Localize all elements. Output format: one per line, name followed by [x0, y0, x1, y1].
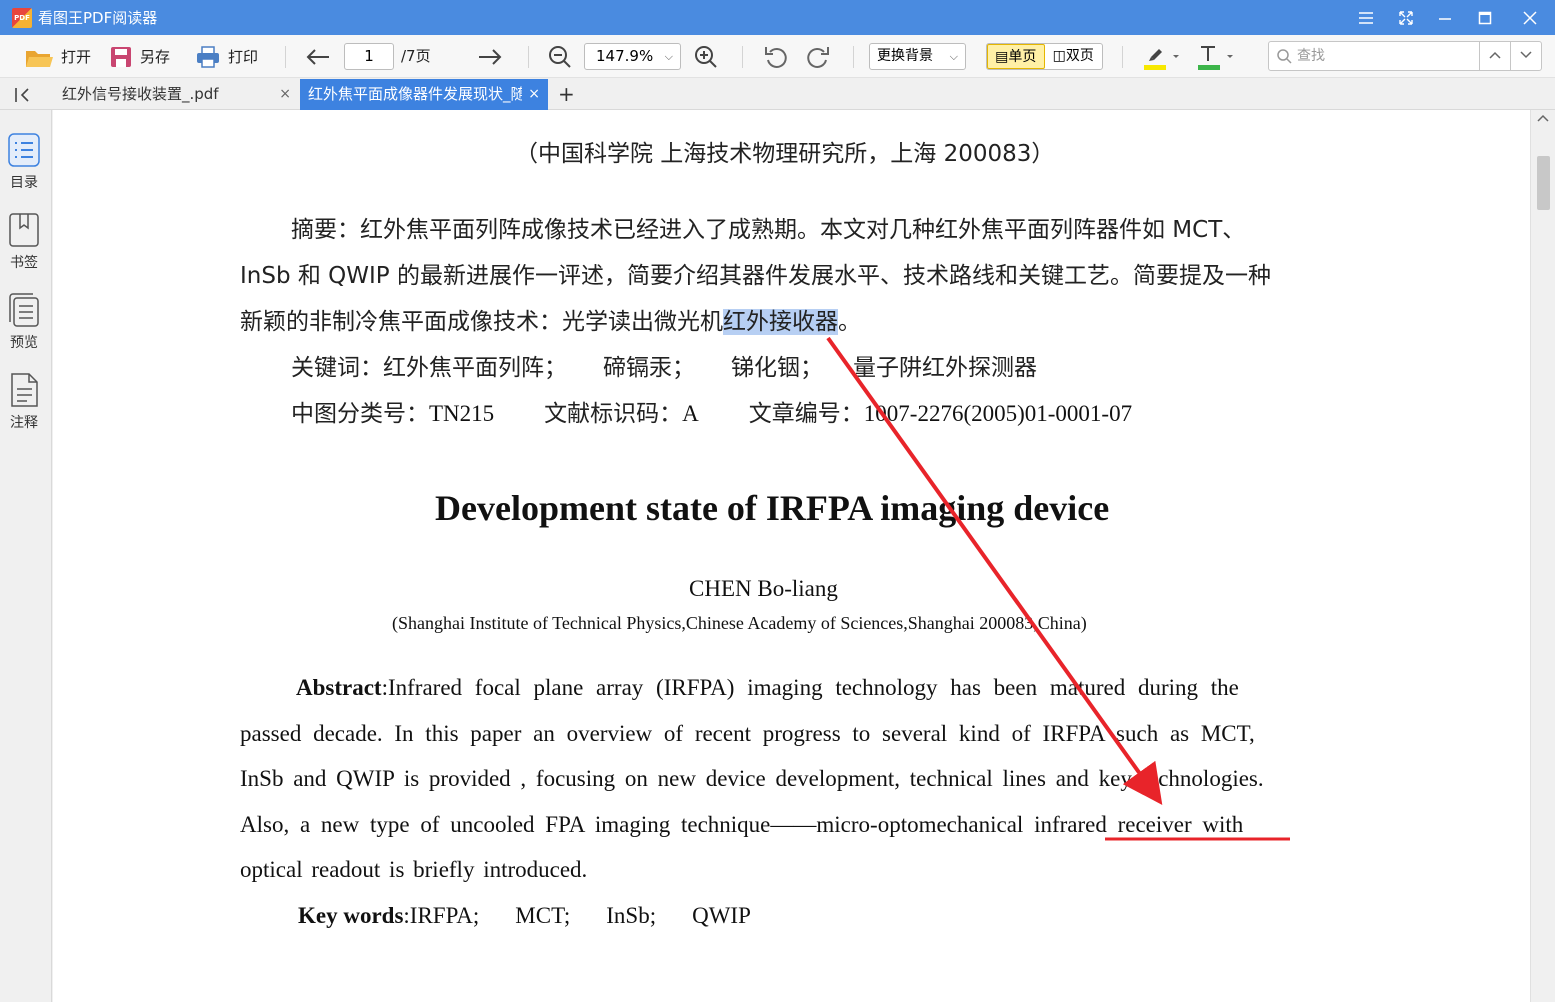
toolbar-divider — [853, 46, 854, 68]
zoom-in-icon — [695, 45, 717, 68]
search-prev-button[interactable] — [1479, 42, 1510, 70]
folder-open-icon — [26, 50, 53, 67]
double-page-icon: ◫ — [1052, 48, 1066, 64]
vertical-scrollbar[interactable] — [1530, 110, 1555, 1002]
sidebar-label-preview: 预览 — [10, 335, 38, 351]
window-title: 看图王PDF阅读器 — [38, 9, 158, 27]
single-page-button[interactable]: ▤单页 — [987, 44, 1045, 69]
highlighter-icon — [1144, 48, 1179, 70]
document-page[interactable]: （中国科学院 上海技术物理研究所，上海 200083） 摘要：红外焦平面列阵成像… — [53, 110, 1530, 1002]
toolbar-divider — [742, 46, 743, 68]
toolbar-divider — [285, 46, 286, 68]
arrow-left-icon — [306, 48, 329, 65]
rotate-right-button[interactable] — [805, 35, 831, 78]
print-label: 打印 — [228, 48, 259, 66]
pages-icon — [9, 293, 39, 327]
print-icon — [197, 45, 219, 68]
toolbar-divider — [528, 46, 529, 68]
zoom-in-button[interactable] — [693, 35, 719, 78]
open-label: 打开 — [61, 48, 92, 66]
tab-document-1[interactable]: 红外信号接收装置_.pdf × — [54, 79, 299, 110]
text-color-icon — [1198, 45, 1233, 70]
highlight-tool-button[interactable] — [1143, 35, 1179, 78]
red-arrow-annotation[interactable] — [826, 336, 1163, 806]
save-as-label: 另存 — [140, 48, 171, 66]
chevron-down-icon: ⌵ — [664, 50, 673, 63]
rotate-left-icon — [765, 46, 787, 68]
scrollbar-thumb[interactable] — [1537, 156, 1550, 210]
document-note-icon — [11, 373, 38, 407]
double-page-button[interactable]: ◫双页 — [1045, 44, 1102, 69]
bookmark-icon — [9, 213, 39, 247]
chevron-down-icon — [1520, 51, 1532, 59]
sidebar-label-toc: 目录 — [10, 175, 38, 191]
sidebar-item-bookmarks[interactable]: 书签 — [0, 212, 48, 272]
zoom-select[interactable]: 147.9% ⌵ — [584, 43, 681, 70]
left-sidebar: 目录 书签 预览 注释 — [0, 110, 52, 1002]
tab-label: 红外信号接收装置_.pdf — [62, 85, 219, 103]
print-button[interactable]: 打印 — [195, 35, 258, 78]
tab-label: 红外焦平面成像器件发展现状_随 — [308, 85, 522, 103]
background-select[interactable]: 更换背景 ⌵ — [869, 43, 966, 70]
scroll-up-icon[interactable] — [1531, 110, 1555, 130]
toolbar: 打开 另存 打印 1 /7页 147.9% ⌵ 更换背景 ⌵ ▤单页 ◫双页 查… — [0, 35, 1555, 78]
prev-page-button[interactable] — [305, 35, 331, 78]
search-icon — [1277, 49, 1292, 64]
single-page-icon: ▤ — [995, 49, 1009, 65]
view-mode-group: ▤单页 ◫双页 — [986, 43, 1103, 70]
sidebar-item-annotations[interactable]: 注释 — [0, 372, 48, 432]
chevron-down-icon: ⌵ — [949, 50, 958, 63]
new-tab-button[interactable]: + — [556, 79, 580, 110]
close-icon[interactable] — [1510, 0, 1550, 35]
tab-close-icon[interactable]: × — [528, 79, 540, 110]
zoom-out-button[interactable] — [547, 35, 573, 78]
chevron-up-icon — [1489, 51, 1501, 59]
tab-close-icon[interactable]: × — [279, 79, 291, 110]
zoom-value: 147.9% — [596, 47, 654, 65]
page-total: /7页 — [401, 47, 431, 65]
single-page-label: 单页 — [1008, 49, 1037, 65]
open-button[interactable]: 打开 — [24, 35, 91, 78]
tab-document-2[interactable]: 红外焦平面成像器件发展现状_随 × — [300, 79, 548, 110]
save-icon — [111, 46, 131, 67]
sidebar-label-annotations: 注释 — [10, 415, 38, 431]
text-tool-button[interactable] — [1197, 35, 1233, 78]
double-page-label: 双页 — [1065, 48, 1094, 64]
next-page-button[interactable] — [477, 35, 503, 78]
annotation-layer — [826, 336, 1290, 841]
rotate-right-icon — [807, 46, 829, 68]
title-bar: PDF 看图王PDF阅读器 — [0, 0, 1555, 35]
minimize-icon[interactable] — [1425, 0, 1465, 35]
sidebar-item-toc[interactable]: 目录 — [0, 132, 48, 192]
search-placeholder: 查找 — [1297, 48, 1325, 64]
maximize-icon[interactable] — [1465, 0, 1505, 35]
zoom-out-icon — [549, 45, 571, 68]
collapse-left-icon — [15, 87, 29, 102]
tab-bar: 红外信号接收装置_.pdf × 红外焦平面成像器件发展现状_随 × + — [0, 79, 1555, 110]
menu-icon[interactable] — [1346, 0, 1386, 35]
rotate-left-button[interactable] — [763, 35, 789, 78]
page-number-input[interactable]: 1 — [344, 43, 394, 70]
collapse-sidebar-button[interactable] — [14, 79, 34, 110]
arrow-right-icon — [479, 48, 502, 65]
fullscreen-icon[interactable] — [1386, 0, 1426, 35]
search-input[interactable]: 查找 — [1268, 41, 1542, 71]
toolbar-divider — [1122, 46, 1123, 68]
background-label: 更换背景 — [877, 48, 933, 64]
sidebar-label-bookmarks: 书签 — [10, 255, 38, 271]
sidebar-item-preview[interactable]: 预览 — [0, 292, 48, 352]
save-as-button[interactable]: 另存 — [109, 35, 170, 78]
app-logo-icon: PDF — [12, 8, 32, 28]
search-next-button[interactable] — [1510, 42, 1541, 70]
list-icon — [8, 133, 40, 167]
